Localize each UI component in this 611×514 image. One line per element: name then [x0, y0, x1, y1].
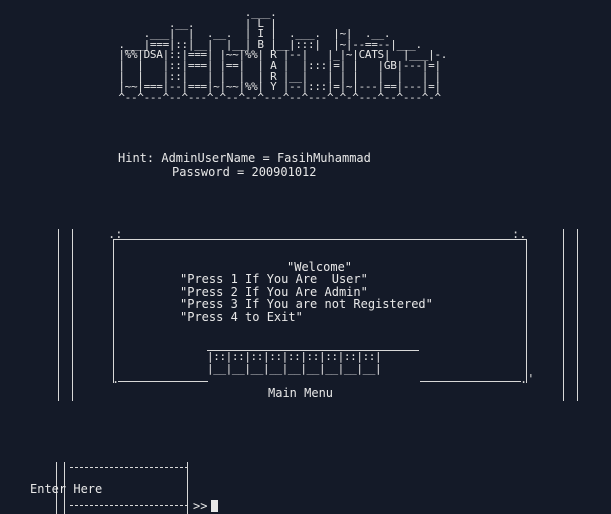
menu-grid-strip: |::|::|::|::|::|::|::|::|::| |__|__|__|_… — [207, 350, 419, 378]
menu-bottom-line-right — [420, 381, 521, 382]
menu-grid-art: |::|::|::|::|::|::|::|::|::| |__|__|__|_… — [207, 350, 382, 375]
menu-option-user: "Press 1 If You Are User" — [180, 272, 368, 287]
library-ascii-banner: .___. .__. | L | .___| | .__. | I | .___… — [118, 6, 448, 104]
prompt-symbol: >> — [193, 499, 208, 513]
terminal-window: .___. .__. | L | .___| | .__. | I | .___… — [0, 0, 611, 514]
hint-block: Hint: AdminUserName = FasihMuhammad Pass… — [118, 151, 371, 179]
right-frame-pillar — [563, 229, 579, 401]
main-menu-title: Main Menu — [268, 386, 334, 400]
hint-username: Hint: AdminUserName = FasihMuhammad — [118, 151, 371, 165]
left-frame-pillar — [58, 229, 74, 401]
menu-bottom-line-left — [118, 381, 208, 382]
command-prompt[interactable]: >> — [193, 499, 219, 513]
menu-options: "Welcome" "Press 1 If You Are User" "Pre… — [180, 261, 433, 323]
menu-option-exit: "Press 4 to Exit" — [180, 309, 303, 324]
menu-option-register: "Press 3 If You are not Registered" — [180, 297, 433, 312]
enter-here-label: Enter Here — [30, 482, 103, 496]
hint-password: Password = 200901012 — [172, 165, 317, 179]
menu-corner-top-right: :. — [512, 227, 527, 241]
menu-corner-bottom-left: . — [112, 372, 120, 386]
menu-corner-top-left: .: — [108, 227, 123, 241]
menu-corner-bottom-right: .' — [520, 372, 535, 386]
text-cursor — [211, 500, 219, 512]
